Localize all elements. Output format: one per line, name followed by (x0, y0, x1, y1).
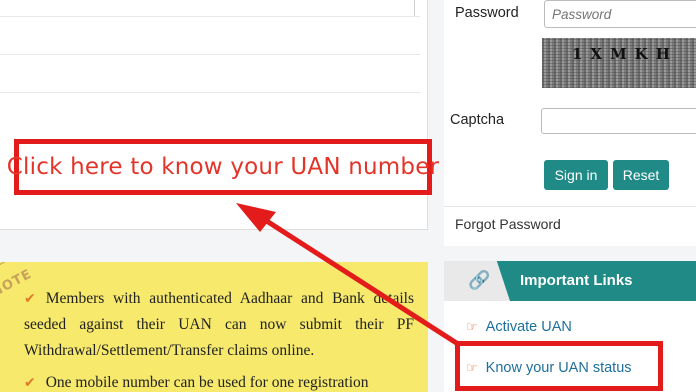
arrow-shaft (260, 215, 460, 347)
arrow-head (236, 203, 276, 232)
captcha-text: 1XMKH (572, 45, 678, 63)
